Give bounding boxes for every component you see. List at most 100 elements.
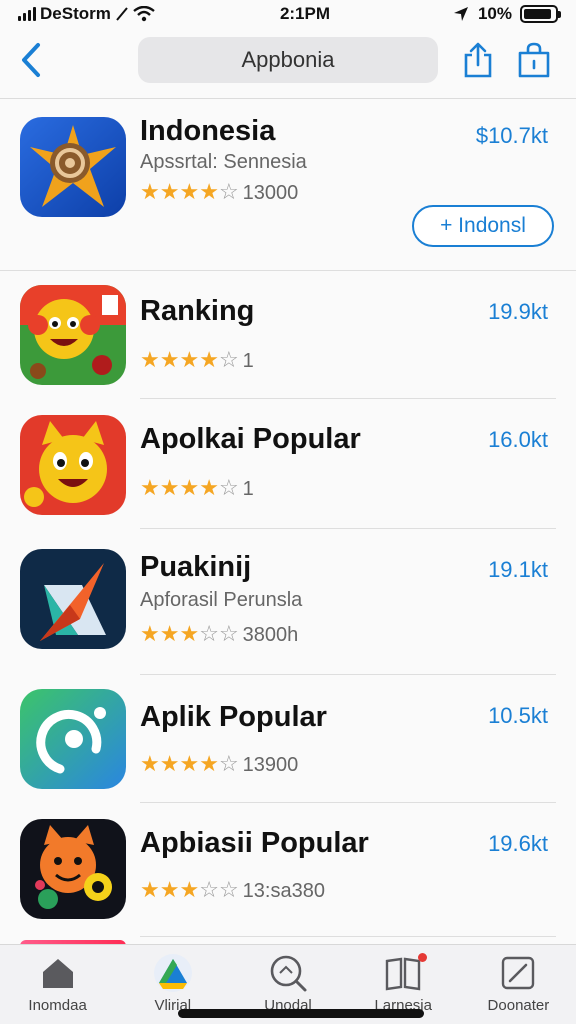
star-filled-icon: ★	[179, 179, 200, 204]
star-rating: ★★★★☆	[140, 349, 239, 373]
star-empty-icon: ☆	[218, 475, 239, 500]
status-left: DeStorm	[18, 4, 218, 24]
star-filled-icon: ★	[199, 347, 219, 372]
star-empty-icon: ☆	[199, 621, 219, 646]
rating-count: 13900	[242, 753, 299, 776]
star-empty-icon: ☆	[218, 621, 239, 646]
star-filled-icon: ★	[179, 751, 200, 776]
battery-icon	[520, 5, 561, 23]
app-subtitle: Apforasil Perunsla	[140, 589, 303, 611]
app-price: 19.9kt	[488, 299, 548, 324]
list-item[interactable]: Indonesia Apssrtal: Sennesia ★★★★☆ 13000 …	[0, 99, 576, 271]
notification-badge	[417, 953, 427, 962]
star-filled-icon: ★	[179, 621, 200, 646]
home-icon	[38, 953, 78, 993]
tab-label: Inomdaa	[28, 997, 87, 1014]
list-item[interactable]: Puakinij Apforasil Perunsla ★★★☆☆ 3800h 1…	[0, 529, 576, 675]
star-filled-icon: ★	[140, 475, 160, 500]
share-button[interactable]	[460, 40, 496, 80]
star-filled-icon: ★	[199, 751, 219, 776]
rating-count: 13:sa380	[242, 879, 325, 902]
bag-button[interactable]	[516, 40, 552, 80]
app-subtitle: Apssrtal: Sennesia	[140, 151, 307, 173]
spiral-star-icon	[20, 117, 126, 217]
app-list: Indonesia Apssrtal: Sennesia ★★★★☆ 13000 …	[0, 99, 576, 937]
list-item[interactable]: Apolkai Popular ★★★★☆ 1 16.0kt	[0, 399, 576, 529]
list-item[interactable]: Ranking ★★★★☆ 1 19.9kt	[0, 271, 576, 399]
cartoon-fox-icon	[20, 819, 126, 919]
book-icon	[383, 953, 423, 993]
tab-label: Doonater	[487, 997, 550, 1014]
app-price: 16.0kt	[488, 427, 548, 452]
rating-count: 3800h	[242, 623, 299, 646]
tab-home[interactable]: Inomdaa	[0, 945, 115, 1024]
battery-level	[524, 9, 551, 19]
rating: ★★★★☆ 1	[140, 349, 254, 373]
star-empty-icon: ☆	[199, 877, 219, 902]
star-filled-icon: ★	[179, 475, 200, 500]
drive-triangle-icon	[153, 953, 193, 993]
tab-bar: Inomdaa Vlirial Unodal Larnesia Doonater	[0, 944, 576, 1024]
battery-percent: 10%	[477, 4, 512, 23]
star-empty-icon: ☆	[218, 877, 239, 902]
rating: ★★★★☆ 13900	[140, 753, 298, 777]
app-price: $10.7kt	[475, 123, 548, 148]
app-title: Indonesia	[140, 115, 276, 147]
location-arrow-icon	[116, 7, 128, 21]
chevron-left-icon	[22, 43, 40, 77]
nav-bar: Appbonia	[0, 34, 576, 94]
app-price: 19.6kt	[488, 831, 548, 856]
back-button[interactable]	[14, 40, 48, 80]
star-filled-icon: ★	[159, 621, 180, 646]
app-title: Ranking	[140, 295, 255, 327]
star-filled-icon: ★	[179, 877, 200, 902]
search-field[interactable]: Appbonia	[138, 37, 438, 83]
rating: ★★★★☆ 1	[140, 477, 254, 501]
rating: ★★★★☆ 13000	[140, 181, 298, 205]
star-rating: ★★★★☆	[140, 753, 239, 777]
star-empty-icon: ☆	[218, 179, 239, 204]
get-button[interactable]: + Indonsl	[412, 205, 554, 247]
cellular-signal-icon	[18, 7, 36, 21]
rating-count: 13000	[242, 181, 299, 204]
star-empty-icon: ☆	[218, 347, 239, 372]
share-icon	[464, 42, 492, 78]
star-filled-icon: ★	[199, 475, 219, 500]
app-title: Apolkai Popular	[140, 423, 361, 455]
star-filled-icon: ★	[159, 751, 180, 776]
star-rating: ★★★☆☆	[140, 623, 239, 647]
status-right: 10%	[452, 4, 561, 24]
star-filled-icon: ★	[140, 347, 160, 372]
star-empty-icon: ☆	[218, 751, 239, 776]
star-filled-icon: ★	[140, 621, 160, 646]
row-divider	[140, 936, 556, 937]
status-time: 2:1PM	[279, 4, 331, 23]
star-filled-icon: ★	[159, 475, 180, 500]
star-filled-icon: ★	[140, 179, 160, 204]
tab-donate[interactable]: Doonater	[461, 945, 576, 1024]
list-item[interactable]: Aplik Popular ★★★★☆ 13900 10.5kt	[0, 675, 576, 803]
wifi-icon	[133, 6, 155, 22]
rating: ★★★☆☆ 13:sa380	[140, 879, 325, 903]
star-filled-icon: ★	[159, 877, 180, 902]
search-icon	[268, 953, 308, 993]
app-title: Aplik Popular	[140, 701, 327, 733]
rating: ★★★☆☆ 3800h	[140, 623, 298, 647]
app-price: 10.5kt	[488, 703, 548, 728]
rating-count: 1	[242, 349, 254, 372]
edit-icon	[498, 953, 538, 993]
star-rating: ★★★☆☆	[140, 879, 239, 903]
home-indicator	[178, 1009, 424, 1018]
star-filled-icon: ★	[199, 179, 219, 204]
list-item[interactable]: Apbiasii Popular ★★★☆☆ 13:sa380 19.6kt	[0, 803, 576, 937]
star-filled-icon: ★	[159, 179, 180, 204]
search-text: Appbonia	[241, 47, 335, 72]
star-filled-icon: ★	[140, 751, 160, 776]
star-filled-icon: ★	[140, 877, 160, 902]
app-price: 19.1kt	[488, 557, 548, 582]
shopping-bag-icon	[518, 42, 550, 78]
star-rating: ★★★★☆	[140, 181, 239, 205]
star-filled-icon: ★	[159, 347, 180, 372]
app-title: Apbiasii Popular	[140, 827, 369, 859]
rating-count: 1	[242, 477, 254, 500]
